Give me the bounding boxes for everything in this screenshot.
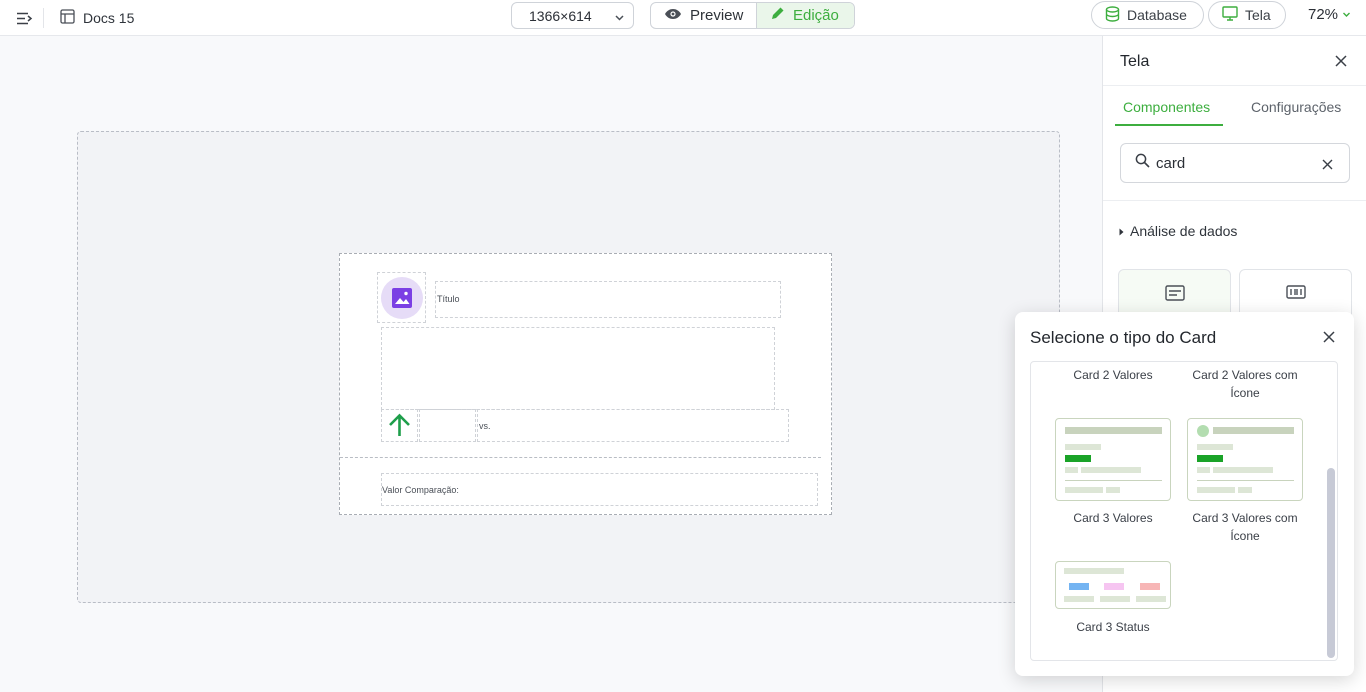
document-title[interactable]: Docs 15 xyxy=(60,7,134,29)
card-title-slot[interactable] xyxy=(435,281,781,318)
edit-mode-button[interactable]: Edição xyxy=(757,3,854,28)
document-title-label: Docs 15 xyxy=(83,10,135,26)
card-title: Título xyxy=(437,294,460,304)
panel-title: Tela xyxy=(1120,53,1150,70)
edit-label: Edição xyxy=(793,7,839,24)
eye-icon xyxy=(664,7,682,24)
close-icon[interactable] xyxy=(1321,329,1337,345)
card-divider xyxy=(340,457,821,458)
divider xyxy=(43,8,44,28)
dialog-title: Selecione o tipo do Card xyxy=(1030,328,1217,347)
arrow-up-icon xyxy=(387,413,412,442)
sidebar-toggle-icon[interactable] xyxy=(14,8,34,28)
card-type-dialog: Selecione o tipo do Card Card 2 Valores … xyxy=(1015,312,1354,676)
card-value-slot[interactable] xyxy=(381,327,775,410)
close-icon[interactable] xyxy=(1322,157,1333,175)
top-bar: Docs 15 1366×614 Preview Edição Database xyxy=(0,0,1366,36)
card-3-status-thumbnail[interactable] xyxy=(1055,561,1171,609)
section-analise-de-dados[interactable]: Análise de dados xyxy=(1119,223,1237,239)
tela-label: Tela xyxy=(1245,7,1271,23)
card-option-label[interactable]: Card 3 Valores xyxy=(1055,509,1171,527)
active-tab-indicator xyxy=(1115,124,1223,126)
card-3-valores-thumbnail[interactable] xyxy=(1055,418,1171,501)
card-option-label[interactable]: Card 3 Valores com Ícone xyxy=(1183,509,1307,545)
close-icon[interactable] xyxy=(1333,53,1349,69)
monitor-icon xyxy=(1222,6,1238,24)
pencil-icon xyxy=(770,6,785,25)
divider xyxy=(1103,200,1366,201)
caret-right-icon xyxy=(1119,223,1124,239)
database-icon xyxy=(1105,5,1120,25)
database-button[interactable]: Database xyxy=(1091,1,1204,29)
card-option-label[interactable]: Card 2 Valores xyxy=(1055,366,1171,384)
search-input[interactable] xyxy=(1156,154,1316,172)
search-field[interactable] xyxy=(1120,143,1350,183)
preview-label: Preview xyxy=(690,7,744,24)
card-3-valores-icone-thumbnail[interactable] xyxy=(1187,418,1303,501)
divider xyxy=(1103,85,1366,86)
card-option-label[interactable]: Card 3 Status xyxy=(1055,618,1171,636)
search-icon xyxy=(1135,153,1150,173)
chevron-down-icon xyxy=(614,10,625,26)
zoom-select[interactable]: 72% xyxy=(1308,6,1351,23)
vs-label: vs. xyxy=(479,421,491,431)
card-option-label[interactable]: Card 2 Valores com Ícone xyxy=(1183,366,1307,402)
card-percent-slot[interactable] xyxy=(419,409,476,442)
zoom-label: 72% xyxy=(1308,6,1339,23)
scrollbar[interactable] xyxy=(1327,468,1335,658)
tab-componentes[interactable]: Componentes xyxy=(1123,99,1210,115)
preview-mode-button[interactable]: Preview xyxy=(651,3,757,28)
chevron-down-icon xyxy=(1342,6,1351,23)
card-type-list[interactable]: Card 2 Valores Card 2 Valores com Ícone … xyxy=(1030,361,1338,661)
screen-size-select[interactable]: 1366×614 xyxy=(511,2,634,29)
tela-button[interactable]: Tela xyxy=(1208,1,1286,29)
mode-switch: Preview Edição xyxy=(650,2,855,29)
card-vs-slot[interactable] xyxy=(477,409,789,442)
image-icon xyxy=(381,277,423,319)
tab-configuracoes[interactable]: Configurações xyxy=(1251,99,1341,115)
comparison-label: Valor Comparação: xyxy=(382,485,459,495)
database-label: Database xyxy=(1127,7,1187,23)
document-icon xyxy=(60,9,75,27)
section-label: Análise de dados xyxy=(1130,223,1238,239)
screen-size-label: 1366×614 xyxy=(529,7,592,24)
